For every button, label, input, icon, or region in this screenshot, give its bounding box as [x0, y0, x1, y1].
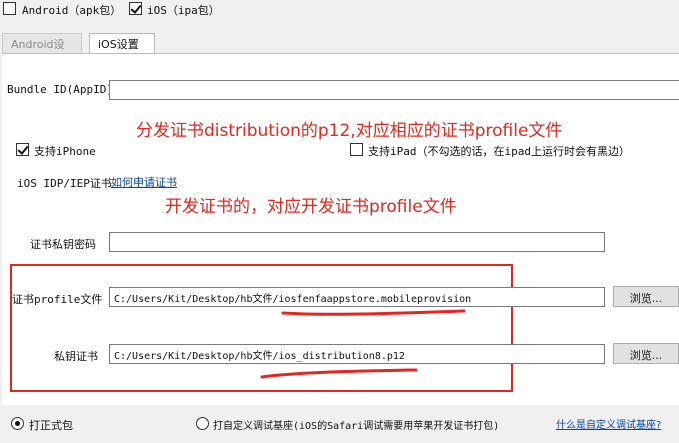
custom-base-radio[interactable] [196, 417, 209, 430]
custom-base-label: 打自定义调试基座(iOS的Safari调试需要用苹果开发证书打包) [213, 421, 500, 432]
formal-package-radio[interactable] [11, 417, 24, 430]
custom-base-help-link[interactable]: 什么是自定义调试基座? [556, 416, 661, 431]
formal-package-label: 打正式包 [29, 419, 73, 432]
private-key-underline [260, 368, 418, 379]
profile-underline [281, 309, 466, 316]
red-underline-marks [260, 309, 466, 379]
